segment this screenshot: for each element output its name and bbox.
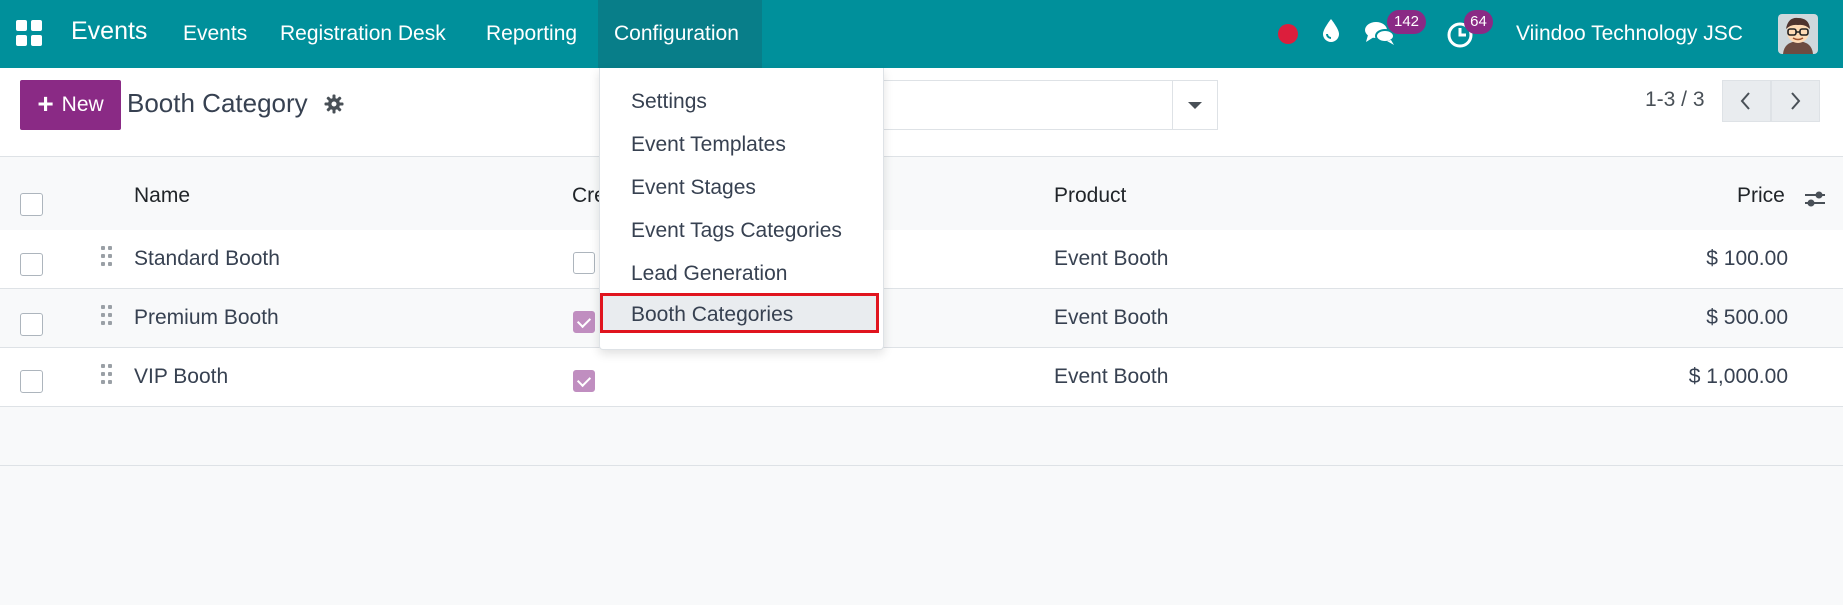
apps-menu-icon[interactable] <box>16 20 44 48</box>
row-select-checkbox[interactable] <box>20 370 43 393</box>
list-header: Name Cre Product Price <box>0 157 1843 232</box>
row-created-checkbox[interactable] <box>573 252 595 274</box>
top-navbar: Events Events Registration Desk Reportin… <box>0 0 1843 68</box>
gear-icon[interactable] <box>324 94 344 119</box>
row-created-checkbox[interactable] <box>573 311 595 333</box>
row-product: Event Booth <box>1054 306 1169 329</box>
row-price: $ 1,000.00 <box>1688 365 1788 388</box>
row-price: $ 100.00 <box>1706 247 1788 270</box>
row-product: Event Booth <box>1054 247 1169 270</box>
row-product: Event Booth <box>1054 365 1169 388</box>
menu-configuration[interactable]: Configuration <box>614 22 739 46</box>
page-title: Booth Category <box>127 88 308 118</box>
menu-events[interactable]: Events <box>183 22 247 46</box>
water-drop-icon[interactable] <box>1321 18 1341 49</box>
activities-count-badge: 64 <box>1464 10 1493 34</box>
user-avatar[interactable] <box>1778 14 1818 54</box>
search-input[interactable] <box>870 80 1176 130</box>
row-created-checkbox[interactable] <box>573 370 595 392</box>
app-brand[interactable]: Events <box>71 17 147 46</box>
company-switcher[interactable]: Viindoo Technology JSC <box>1516 22 1743 46</box>
drag-handle-icon[interactable] <box>101 246 113 268</box>
dropdown-item-event-tags-categories[interactable]: Event Tags Categories <box>631 219 842 243</box>
dropdown-item-lead-generation[interactable]: Lead Generation <box>631 262 787 286</box>
new-button[interactable]: + New <box>20 80 121 130</box>
messages-count-badge: 142 <box>1387 10 1426 34</box>
row-name: VIP Booth <box>134 365 229 388</box>
configuration-dropdown: Settings Event Templates Event Stages Ev… <box>599 68 884 350</box>
column-header-product[interactable]: Product <box>1054 184 1126 208</box>
row-select-checkbox[interactable] <box>20 253 43 276</box>
search-options-toggle[interactable] <box>1172 80 1218 130</box>
pager-previous-button[interactable] <box>1722 80 1771 122</box>
new-button-label: New <box>61 93 104 116</box>
recording-status-icon[interactable] <box>1278 24 1298 44</box>
row-name: Premium Booth <box>134 306 279 329</box>
column-header-price[interactable]: Price <box>1737 184 1785 208</box>
dropdown-item-settings[interactable]: Settings <box>631 90 707 114</box>
drag-handle-icon[interactable] <box>101 364 113 386</box>
dropdown-item-event-stages[interactable]: Event Stages <box>631 176 756 200</box>
column-header-name[interactable]: Name <box>134 184 190 208</box>
pager-value[interactable]: 1-3 / 3 <box>1645 88 1705 112</box>
select-all-checkbox[interactable] <box>20 193 43 216</box>
dropdown-item-event-templates[interactable]: Event Templates <box>631 133 786 157</box>
empty-row <box>0 407 1843 466</box>
control-panel: + New Booth Category 1-3 / 3 <box>0 68 1843 157</box>
row-price: $ 500.00 <box>1706 306 1788 329</box>
row-name: Standard Booth <box>134 247 280 270</box>
dropdown-item-booth-categories[interactable]: Booth Categories <box>631 303 793 327</box>
plus-icon: + <box>37 88 54 119</box>
drag-handle-icon[interactable] <box>101 305 113 327</box>
menu-reporting[interactable]: Reporting <box>486 22 577 46</box>
table-row[interactable]: VIP Booth Event Booth $ 1,000.00 <box>0 348 1843 407</box>
table-row[interactable]: Premium Booth Event Booth $ 500.00 <box>0 289 1843 348</box>
pager-next-button[interactable] <box>1771 80 1820 122</box>
table-row[interactable]: Standard Booth Event Booth $ 100.00 <box>0 230 1843 289</box>
row-select-checkbox[interactable] <box>20 313 43 336</box>
optional-columns-icon[interactable] <box>1803 187 1827 216</box>
menu-registration-desk[interactable]: Registration Desk <box>280 22 446 46</box>
